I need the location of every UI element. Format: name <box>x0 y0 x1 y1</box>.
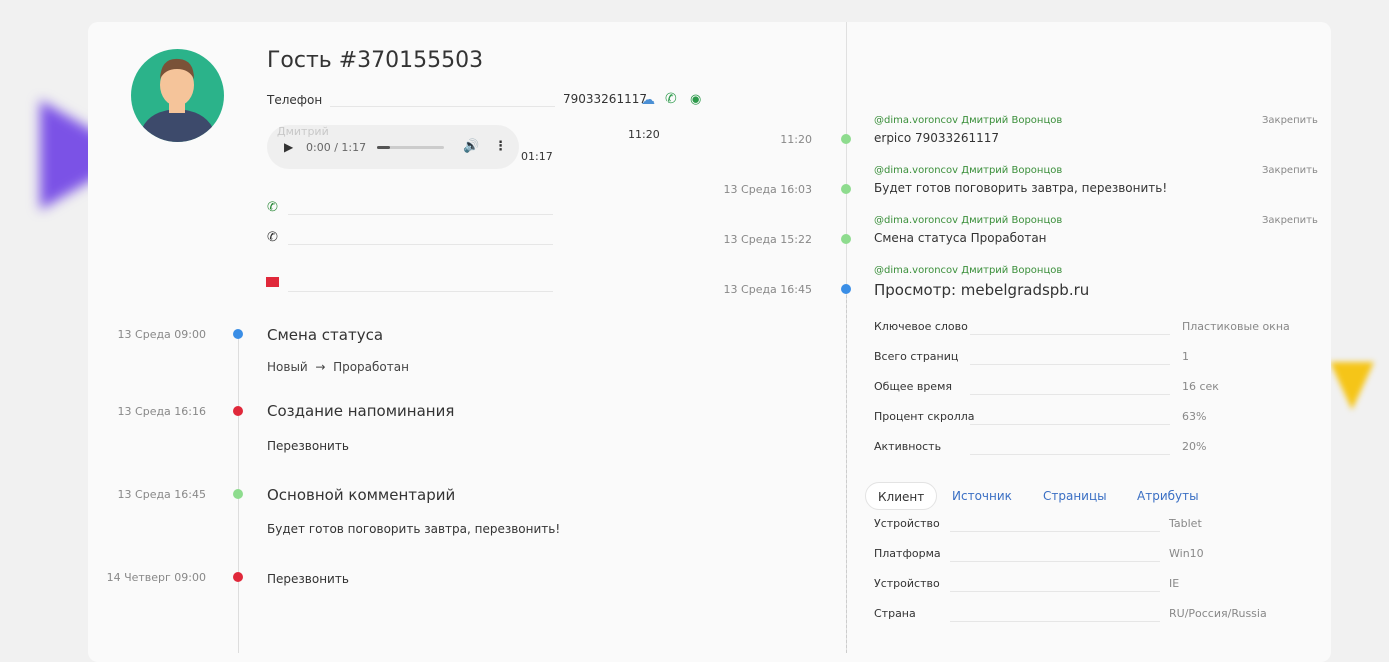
client-value: IE <box>1169 577 1180 590</box>
decor-triangle-yellow <box>1330 362 1374 410</box>
player-seekbar[interactable] <box>377 146 444 149</box>
entry-date: 13 Среда 16:45 <box>723 283 812 296</box>
client-value: Tablet <box>1169 517 1202 530</box>
stat-value: 16 сек <box>1182 380 1219 393</box>
event-text: Перезвонить <box>267 572 349 586</box>
stat-label: Всего страниц <box>874 350 959 363</box>
entry-dot <box>841 234 851 244</box>
pin-button[interactable]: Закрепить <box>1262 165 1318 176</box>
event-dot <box>233 406 243 416</box>
event-date: 13 Среда 09:00 <box>117 328 206 341</box>
email-icon[interactable] <box>266 277 279 287</box>
phone-icon[interactable]: ✆ <box>267 230 278 245</box>
stat-value: 20% <box>1182 440 1207 453</box>
entry-text: Просмотр: mebelgradspb.ru <box>874 281 1090 299</box>
client-label: Страна <box>874 607 916 620</box>
target-icon[interactable]: ◉ <box>690 92 701 107</box>
tab-client[interactable]: Клиент <box>865 482 938 510</box>
phone-label: Телефон <box>267 93 323 107</box>
tab-pages[interactable]: Страницы <box>1031 482 1119 510</box>
stat-label: Общее время <box>874 380 952 393</box>
event-dot <box>233 329 243 339</box>
entry-date: 13 Среда 16:03 <box>723 183 812 196</box>
stat-label: Активность <box>874 440 942 453</box>
event-title: Смена статуса <box>267 326 384 344</box>
entry-text: Смена статуса Проработан <box>874 231 1047 245</box>
phone-value[interactable]: 79033261117 <box>563 92 647 106</box>
event-dot <box>233 489 243 499</box>
whatsapp-icon[interactable]: ✆ <box>665 91 677 107</box>
event-date: 14 Четверг 09:00 <box>106 571 206 584</box>
event-text: Перезвонить <box>267 439 349 453</box>
right-timeline-dashed <box>846 295 847 653</box>
client-label: Платформа <box>874 547 941 560</box>
pin-button[interactable]: Закрепить <box>1262 215 1318 226</box>
player-time: 0:00 / 1:17 <box>306 141 367 154</box>
stat-label: Ключевое слово <box>874 320 968 333</box>
stat-value: 63% <box>1182 410 1207 423</box>
stat-value: Пластиковые окна <box>1182 320 1290 333</box>
volume-icon[interactable]: 🔊 <box>463 139 479 154</box>
entry-dot <box>841 184 851 194</box>
entry-author[interactable]: @dima.voroncov Дмитрий Воронцов <box>874 265 1062 276</box>
phone-green-icon[interactable]: ✆ <box>267 200 278 215</box>
call-duration: 01:17 <box>521 150 553 163</box>
cloud-icon[interactable]: ☁ <box>641 92 655 108</box>
arrow-icon: → <box>315 360 326 374</box>
entry-author[interactable]: @dima.voroncov Дмитрий Воронцов <box>874 165 1062 176</box>
event-dot <box>233 572 243 582</box>
event-title: Создание напоминания <box>267 402 455 420</box>
event-date: 13 Среда 16:16 <box>117 405 206 418</box>
client-label: Устройство <box>874 517 940 530</box>
client-value: RU/Россия/Russia <box>1169 607 1267 620</box>
tab-attributes[interactable]: Атрибуты <box>1125 482 1211 510</box>
stat-value: 1 <box>1182 350 1189 363</box>
caller-name: Дмитрий <box>277 125 329 138</box>
client-value: Win10 <box>1169 547 1204 560</box>
entry-dot <box>841 134 851 144</box>
entry-author[interactable]: @dima.voroncov Дмитрий Воронцов <box>874 215 1062 226</box>
client-label: Устройство <box>874 577 940 590</box>
event-text: Будет готов поговорить завтра, перезвони… <box>267 522 561 536</box>
event-title: Основной комментарий <box>267 486 456 504</box>
status-to: Проработан <box>333 360 409 374</box>
entry-text: Будет готов поговорить завтра, перезвони… <box>874 181 1168 195</box>
avatar <box>131 49 224 142</box>
entry-dot <box>841 284 851 294</box>
call-time: 11:20 <box>628 128 660 141</box>
entry-date: 11:20 <box>780 133 812 146</box>
entry-author[interactable]: @dima.voroncov Дмитрий Воронцов <box>874 115 1062 126</box>
play-icon[interactable]: ▶ <box>284 140 293 154</box>
stat-label: Процент скролла <box>874 410 975 423</box>
pin-button[interactable]: Закрепить <box>1262 115 1318 126</box>
tab-source[interactable]: Источник <box>940 482 1024 510</box>
entry-text: erpico 79033261117 <box>874 131 1000 145</box>
entry-date: 13 Среда 15:22 <box>723 233 812 246</box>
event-date: 13 Среда 16:45 <box>117 488 206 501</box>
more-icon[interactable]: ⋮ <box>494 139 507 154</box>
status-from: Новый <box>267 360 308 374</box>
guest-title: Гость #370155503 <box>267 48 484 73</box>
